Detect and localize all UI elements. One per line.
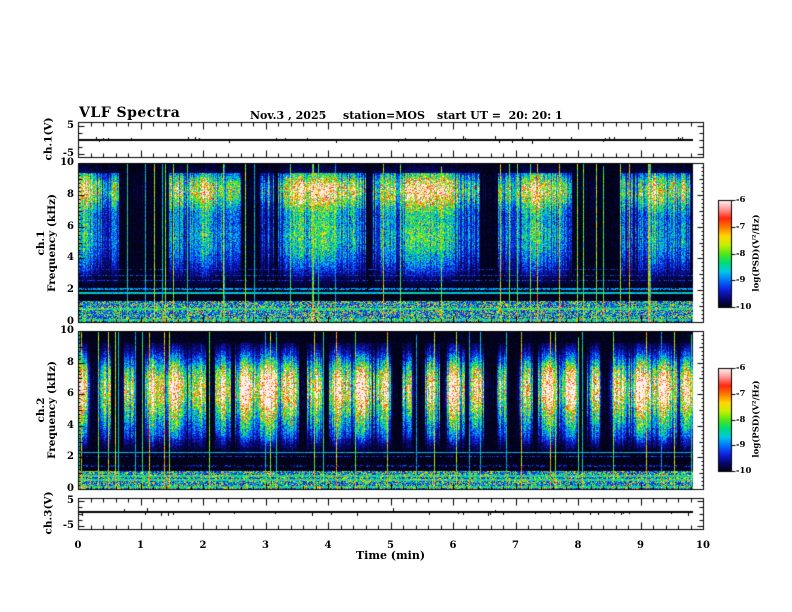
colorbar2-axis-label: log(PSD)(V²/Hz) [751, 380, 762, 458]
colorbar2-tick-label: -10 [736, 466, 752, 476]
time-tick-label: 1 [137, 540, 144, 551]
time-tick-label: 0 [74, 540, 82, 551]
ch1-frequency-axis-unit: Frequency (kHz) [46, 193, 58, 293]
volt-tick-label-ch1: -5 [62, 147, 74, 159]
time-tick-label: 3 [262, 540, 269, 551]
time-tick-label: 7 [512, 540, 519, 551]
volt-tick-label-ch1: 5 [67, 119, 74, 131]
colorbar1-tick-label: -6 [736, 195, 746, 205]
time-tick-label: 4 [324, 540, 332, 551]
time-tick-label: 6 [449, 540, 457, 551]
freq-tick-label-ch2: 0 [67, 483, 74, 494]
ch2-frequency-axis-unit: Frequency (kHz) [46, 360, 58, 460]
colorbar2-tick-label: -6 [736, 363, 746, 373]
colorbar1-tick-label: -10 [736, 302, 752, 312]
volt-tick-label-ch3: 5 [67, 495, 74, 507]
header-station: station=MOS [343, 109, 425, 122]
freq-tick-label-ch1: 2 [67, 284, 74, 296]
ch1-frequency-axis-label: ch.1 Frequency (kHz) [35, 193, 58, 293]
freq-tick-label-ch2: 8 [67, 356, 74, 368]
freq-tick-label-ch2: 4 [67, 419, 74, 431]
header-date: Nov.3 , 2025 [250, 109, 327, 122]
freq-tick-label-ch2: 2 [67, 451, 74, 463]
colorbar1-tick-label: -7 [736, 221, 746, 232]
freq-tick-label-ch1: 4 [67, 252, 74, 264]
colorbar2-tick-label: -9 [736, 440, 746, 451]
colorbar1-tick-label: -8 [736, 248, 746, 259]
freq-tick-label-ch2: 10 [60, 325, 74, 336]
spectra-plot-canvas [0, 0, 792, 612]
volt-tick-label-ch3: -5 [62, 519, 74, 531]
colorbar2-tick-label: -8 [736, 414, 746, 425]
freq-tick-label-ch1: 8 [67, 188, 74, 200]
plot-title: VLF Spectra [79, 105, 181, 121]
header-start-ut: start UT = 20: 20: 1 [437, 109, 563, 122]
colorbar2-tick-label: -7 [736, 388, 746, 399]
freq-tick-label-ch2: 6 [67, 388, 74, 400]
vlf-spectra-page: VLF Spectra Nov.3 , 2025 station=MOS sta… [0, 0, 792, 612]
freq-tick-label-ch1: 6 [67, 220, 74, 232]
ch2-frequency-axis-label: ch.2 Frequency (kHz) [35, 360, 58, 460]
time-tick-label: 9 [637, 540, 644, 551]
colorbar1-axis-label: log(PSD)(V²/Hz) [751, 214, 762, 292]
time-tick-label: 2 [199, 540, 207, 551]
time-tick-label: 8 [574, 540, 582, 551]
time-tick-label: 10 [696, 540, 710, 551]
time-tick-label: 5 [387, 540, 394, 551]
colorbar1-tick-label: -9 [736, 275, 746, 286]
